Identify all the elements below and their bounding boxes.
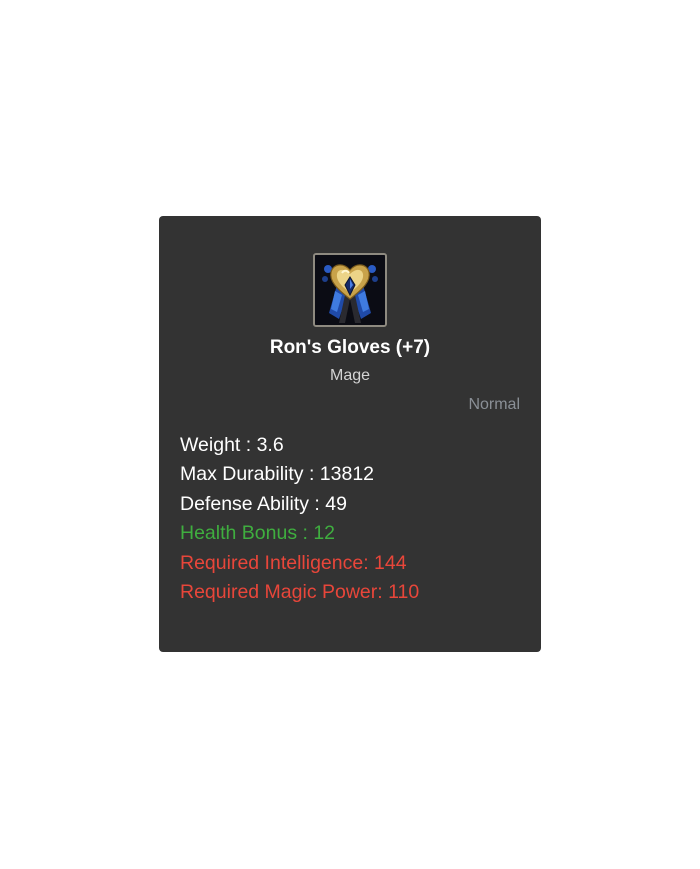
stat-defense-ability: Defense Ability : 49: [180, 492, 347, 515]
gloves-icon: [315, 255, 385, 325]
item-stats-list: Weight : 3.6 Max Durability : 13812 Defe…: [180, 431, 419, 607]
item-icon-frame: [313, 253, 387, 327]
item-name: Ron's Gloves (+7): [269, 337, 431, 358]
item-tooltip: Ron's Gloves (+7) Mage Normal Weight : 3…: [159, 216, 541, 652]
stat-required-intelligence: Required Intelligence: 144: [180, 551, 407, 574]
stat-weight: Weight : 3.6: [180, 434, 284, 456]
stat-health-bonus: Health Bonus : 12: [180, 522, 336, 545]
stat-max-durability: Max Durability : 13812: [180, 463, 375, 486]
stat-required-magic-power: Required Magic Power: 110: [180, 581, 420, 604]
item-grade: Normal: [468, 396, 520, 413]
item-class: Mage: [329, 367, 371, 384]
